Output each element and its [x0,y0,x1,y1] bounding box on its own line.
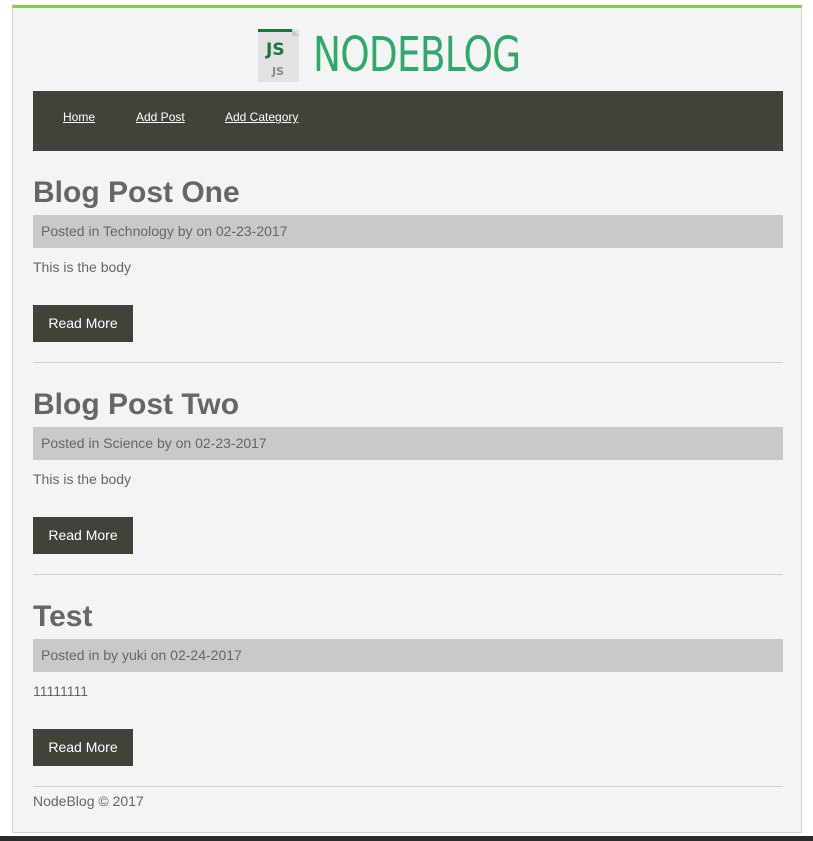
footer-copyright: NodeBlog © 2017 [33,793,144,809]
post-body: This is the body [33,471,132,487]
window-bottom-edge [0,836,813,841]
post-title[interactable]: Test [33,599,92,635]
post-divider [33,574,783,575]
logo-icon-top-text: JS [265,40,285,60]
read-more-button[interactable]: Read More [33,305,133,342]
nav-add-post-link[interactable]: Add Post [136,110,185,124]
post-title[interactable]: Blog Post One [33,175,240,211]
main-navbar: Home Add Post Add Category [33,91,783,151]
js-logo-icon: JS JS [258,29,299,82]
post-meta: Posted in Technology by on 02-23-2017 [33,215,783,248]
footer-divider [33,786,783,787]
site-header: JS JS NODEBLOG [13,27,801,87]
nav-home-link[interactable]: Home [63,110,95,124]
post-body: 11111111 [33,683,89,699]
logo-icon-bottom-text: JS [271,65,284,78]
post-title[interactable]: Blog Post Two [33,387,239,423]
post-meta: Posted in Science by on 02-23-2017 [33,427,783,460]
post-divider [33,362,783,363]
brand-name[interactable]: NODEBLOG [313,25,521,85]
post-body: This is the body [33,259,132,275]
page-container: JS JS NODEBLOG Home Add Post Add Categor… [12,5,802,833]
read-more-button[interactable]: Read More [33,517,133,554]
post-meta: Posted in by yuki on 02-24-2017 [33,639,783,672]
nav-add-category-link[interactable]: Add Category [225,110,298,124]
read-more-button[interactable]: Read More [33,729,133,766]
